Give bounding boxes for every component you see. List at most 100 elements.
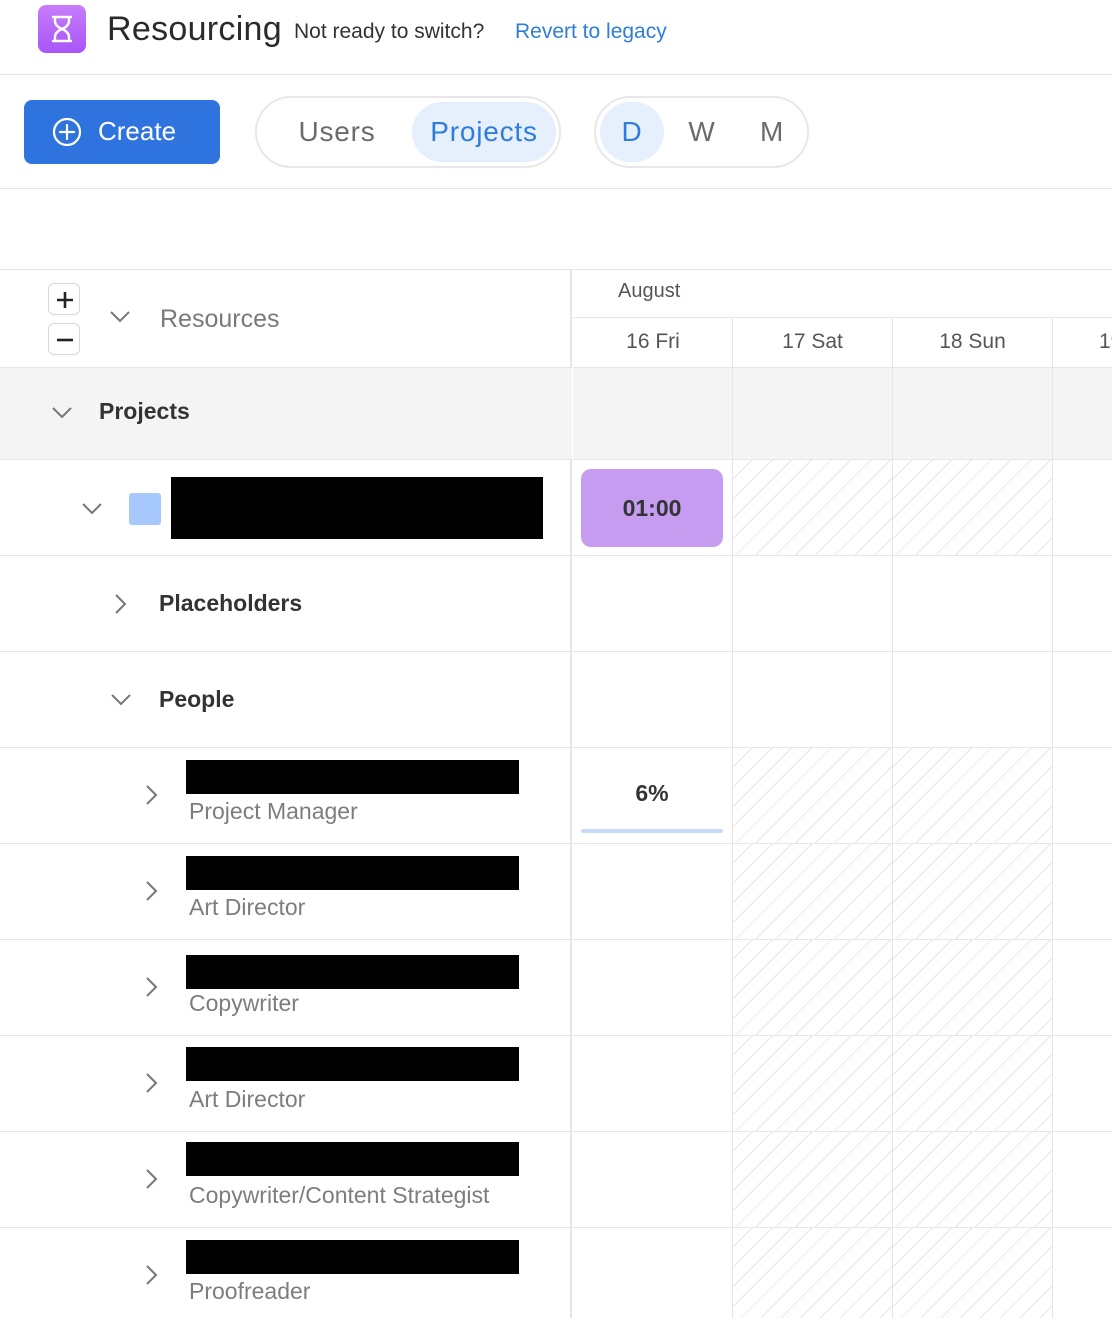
redacted-person-name xyxy=(186,1240,519,1274)
scale-month-button[interactable]: M xyxy=(740,102,804,162)
timeline-cell[interactable] xyxy=(732,556,892,652)
placeholders-row[interactable]: Placeholders xyxy=(0,556,572,652)
person-role: Copywriter/Content Strategist xyxy=(189,1182,490,1208)
tab-users[interactable]: Users xyxy=(265,102,409,162)
timeline-cell xyxy=(573,368,733,460)
weekend-cell xyxy=(892,844,1052,940)
timeline-cell[interactable] xyxy=(1052,1036,1112,1132)
weekend-cell xyxy=(732,1228,892,1318)
timeline-cell[interactable] xyxy=(573,1036,733,1132)
weekend-cell xyxy=(892,1036,1052,1132)
create-button-label: Create xyxy=(98,116,177,146)
collapse-all-button[interactable] xyxy=(48,323,80,355)
weekend-cell xyxy=(892,460,1052,556)
weekend-cell xyxy=(892,1132,1052,1228)
projects-group-row[interactable]: Projects xyxy=(0,368,572,460)
resource-list: Resources Projects Placeholders People P xyxy=(0,270,572,1318)
person-role: Proofreader xyxy=(189,1278,311,1304)
plus-circle-icon xyxy=(52,117,82,147)
person-row[interactable]: Art Director xyxy=(0,1036,572,1132)
switch-prompt: Not ready to switch? xyxy=(294,20,485,43)
person-row[interactable]: Proofreader xyxy=(0,1228,572,1318)
resource-grid: Resources Projects Placeholders People P xyxy=(0,269,1112,1318)
chevron-down-icon[interactable] xyxy=(109,310,131,324)
timeline-cell[interactable] xyxy=(1052,940,1112,1036)
timeline-cell[interactable] xyxy=(1052,1132,1112,1228)
chevron-right-icon[interactable] xyxy=(145,880,159,902)
timeline-cell xyxy=(1052,368,1112,460)
timeline-cell[interactable] xyxy=(573,556,733,652)
weekend-cell xyxy=(892,940,1052,1036)
person-row[interactable]: Copywriter xyxy=(0,940,572,1036)
person-role: Art Director xyxy=(189,894,306,920)
day-header: 18 Sun xyxy=(892,317,1052,368)
chevron-right-icon[interactable] xyxy=(145,1072,159,1094)
month-label: August xyxy=(618,280,681,302)
weekend-cell xyxy=(732,1036,892,1132)
plus-icon xyxy=(57,292,73,308)
weekend-cell xyxy=(732,940,892,1036)
weekend-cell xyxy=(732,748,892,844)
chevron-right-icon[interactable] xyxy=(145,976,159,998)
redacted-project-name xyxy=(171,477,543,539)
timeline-cell[interactable] xyxy=(1052,844,1112,940)
timeline-cell[interactable] xyxy=(1052,460,1112,556)
resources-header: Resources xyxy=(0,270,572,368)
timeline-cell[interactable] xyxy=(1052,556,1112,652)
person-row[interactable]: Art Director xyxy=(0,844,572,940)
scale-week-button[interactable]: W xyxy=(670,102,734,162)
scale-day-button[interactable]: D xyxy=(600,102,664,162)
timeline-cell[interactable] xyxy=(573,1228,733,1318)
chevron-down-icon[interactable] xyxy=(110,693,132,707)
project-row[interactable] xyxy=(0,460,572,556)
day-header: 19 xyxy=(1052,317,1112,368)
chevron-right-icon[interactable] xyxy=(145,1264,159,1286)
chevron-right-icon[interactable] xyxy=(145,784,159,806)
app-header: Resourcing Not ready to switch? Revert t… xyxy=(0,0,1112,75)
view-toggle: Users Projects xyxy=(255,96,561,168)
project-color-swatch xyxy=(129,493,161,525)
day-header: 16 Fri xyxy=(573,317,733,368)
redacted-person-name xyxy=(186,1142,519,1176)
chevron-right-icon[interactable] xyxy=(114,593,128,615)
timeline-cell[interactable] xyxy=(732,652,892,748)
redacted-person-name xyxy=(186,760,519,794)
resources-label: Resources xyxy=(160,305,280,333)
utilization-value: 6% xyxy=(635,780,669,806)
hourglass-icon xyxy=(38,5,86,53)
timeline-cell xyxy=(892,368,1052,460)
expand-all-button[interactable] xyxy=(48,283,80,315)
scale-toggle: D W M xyxy=(594,96,809,168)
timeline: August 16 Fri 17 Sat 18 Sun 19 xyxy=(573,270,1112,1318)
chevron-right-icon[interactable] xyxy=(145,1168,159,1190)
weekend-cell xyxy=(732,460,892,556)
person-row[interactable]: Project Manager xyxy=(0,748,572,844)
create-button[interactable]: Create xyxy=(24,100,220,164)
weekend-cell xyxy=(892,748,1052,844)
weekend-cell xyxy=(732,844,892,940)
timeline-cell[interactable] xyxy=(1052,652,1112,748)
timeline-cell[interactable] xyxy=(573,1132,733,1228)
timeline-cell[interactable] xyxy=(1052,748,1112,844)
redacted-person-name xyxy=(186,1047,519,1081)
weekend-cell xyxy=(732,1132,892,1228)
people-row[interactable]: People xyxy=(0,652,572,748)
timeline-cell[interactable] xyxy=(892,556,1052,652)
person-role: Copywriter xyxy=(189,990,299,1016)
timeline-cell[interactable] xyxy=(1052,1228,1112,1318)
chevron-down-icon[interactable] xyxy=(51,406,73,420)
booking-block[interactable]: 01:00 xyxy=(581,469,723,547)
revert-to-legacy-link[interactable]: Revert to legacy xyxy=(515,20,667,44)
chevron-down-icon[interactable] xyxy=(81,502,103,516)
projects-group-label: Projects xyxy=(99,398,190,424)
timeline-cell[interactable] xyxy=(573,940,733,1036)
person-role: Art Director xyxy=(189,1086,306,1112)
person-row[interactable]: Copywriter/Content Strategist xyxy=(0,1132,572,1228)
tab-projects[interactable]: Projects xyxy=(412,102,556,162)
timeline-cell[interactable] xyxy=(573,652,733,748)
toolbar: Create Users Projects D W M xyxy=(0,76,1112,189)
redacted-person-name xyxy=(186,955,519,989)
timeline-cell[interactable] xyxy=(892,652,1052,748)
timeline-cell[interactable] xyxy=(573,844,733,940)
weekend-cell xyxy=(892,1228,1052,1318)
